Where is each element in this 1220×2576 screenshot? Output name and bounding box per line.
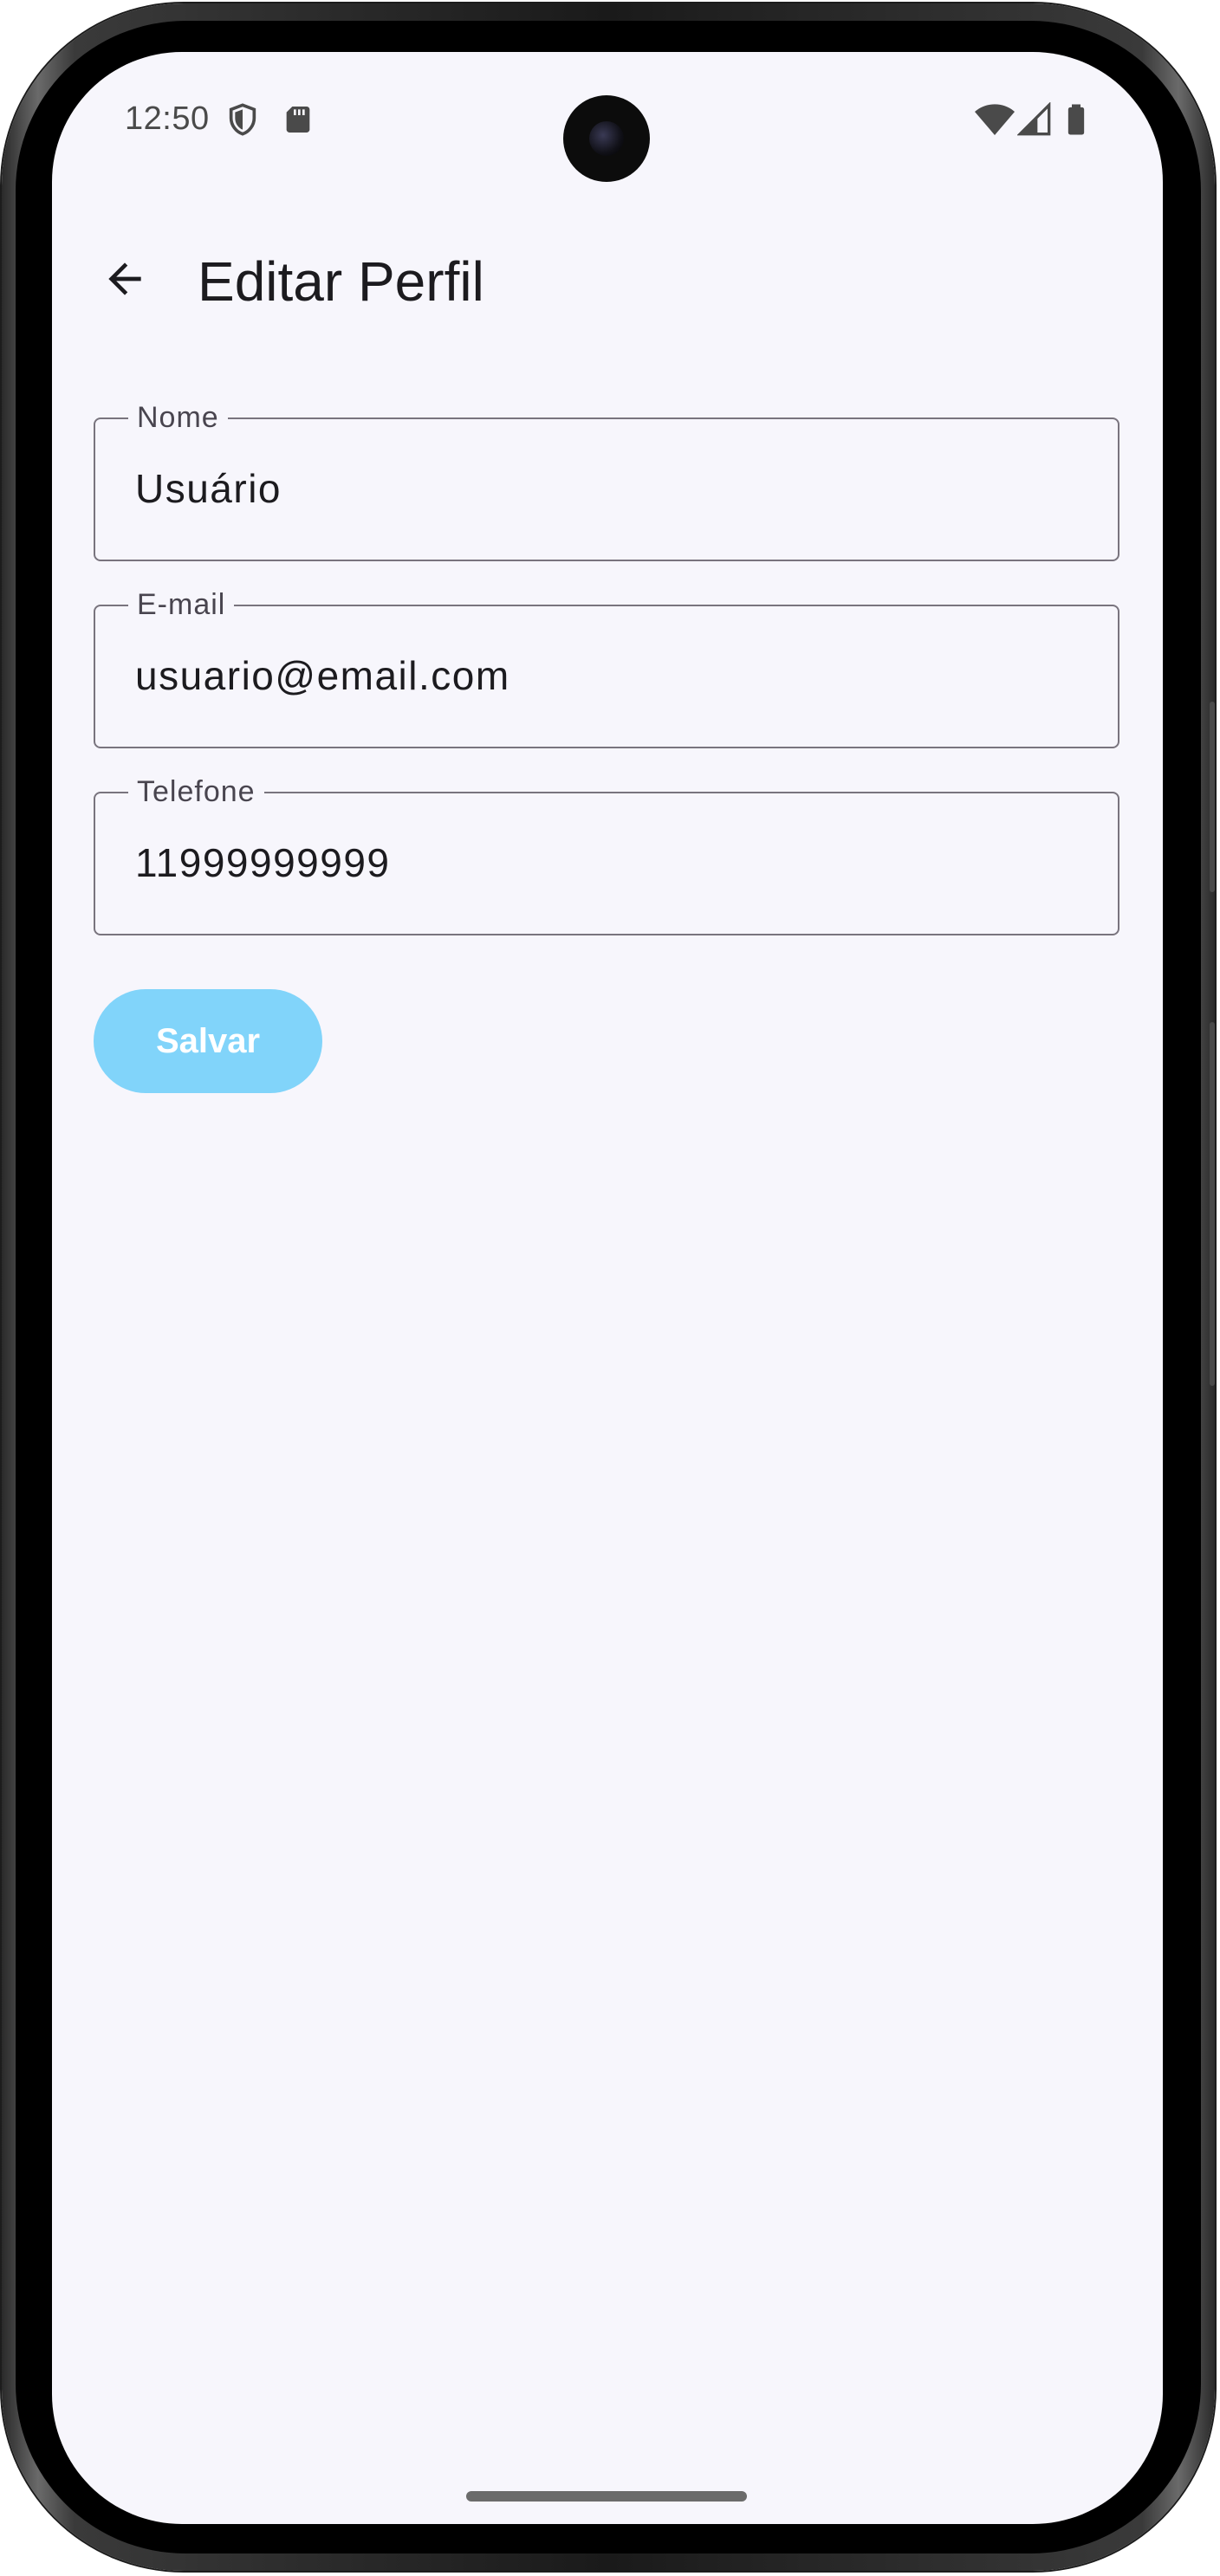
page: 12:50 Editar Perfil Nome Usuário E-mail … [0,0,1220,2576]
status-time: 12:50 [125,100,210,137]
email-input[interactable] [135,648,1071,703]
status-bar: 12:50 [52,52,1163,182]
sd-card-icon [281,102,315,137]
screen: 12:50 Editar Perfil Nome Usuário E-mail … [52,52,1163,2524]
power-button [1210,1022,1215,1386]
name-field[interactable]: Nome [94,400,1119,561]
phone-field[interactable]: Telefone [94,774,1119,935]
shield-icon [225,102,260,137]
arrow-back-icon [101,255,149,307]
name-input[interactable] [135,461,1071,516]
page-title: Editar Perfil [198,250,484,313]
email-field-label: E-mail [128,587,235,622]
signal-icon [1016,101,1052,137]
home-indicator[interactable] [466,2491,747,2502]
email-field[interactable]: E-mail [94,587,1119,748]
name-field-label: Nome [128,400,228,435]
phone-input[interactable] [135,835,1071,890]
volume-button [1210,702,1215,892]
phone-field-label: Telefone [128,774,264,809]
battery-icon [1059,102,1093,137]
wifi-icon [974,102,1016,137]
front-camera [563,95,650,182]
back-button[interactable] [90,246,159,315]
app-bar: Editar Perfil [52,234,1163,329]
save-button[interactable]: Salvar [94,989,322,1093]
